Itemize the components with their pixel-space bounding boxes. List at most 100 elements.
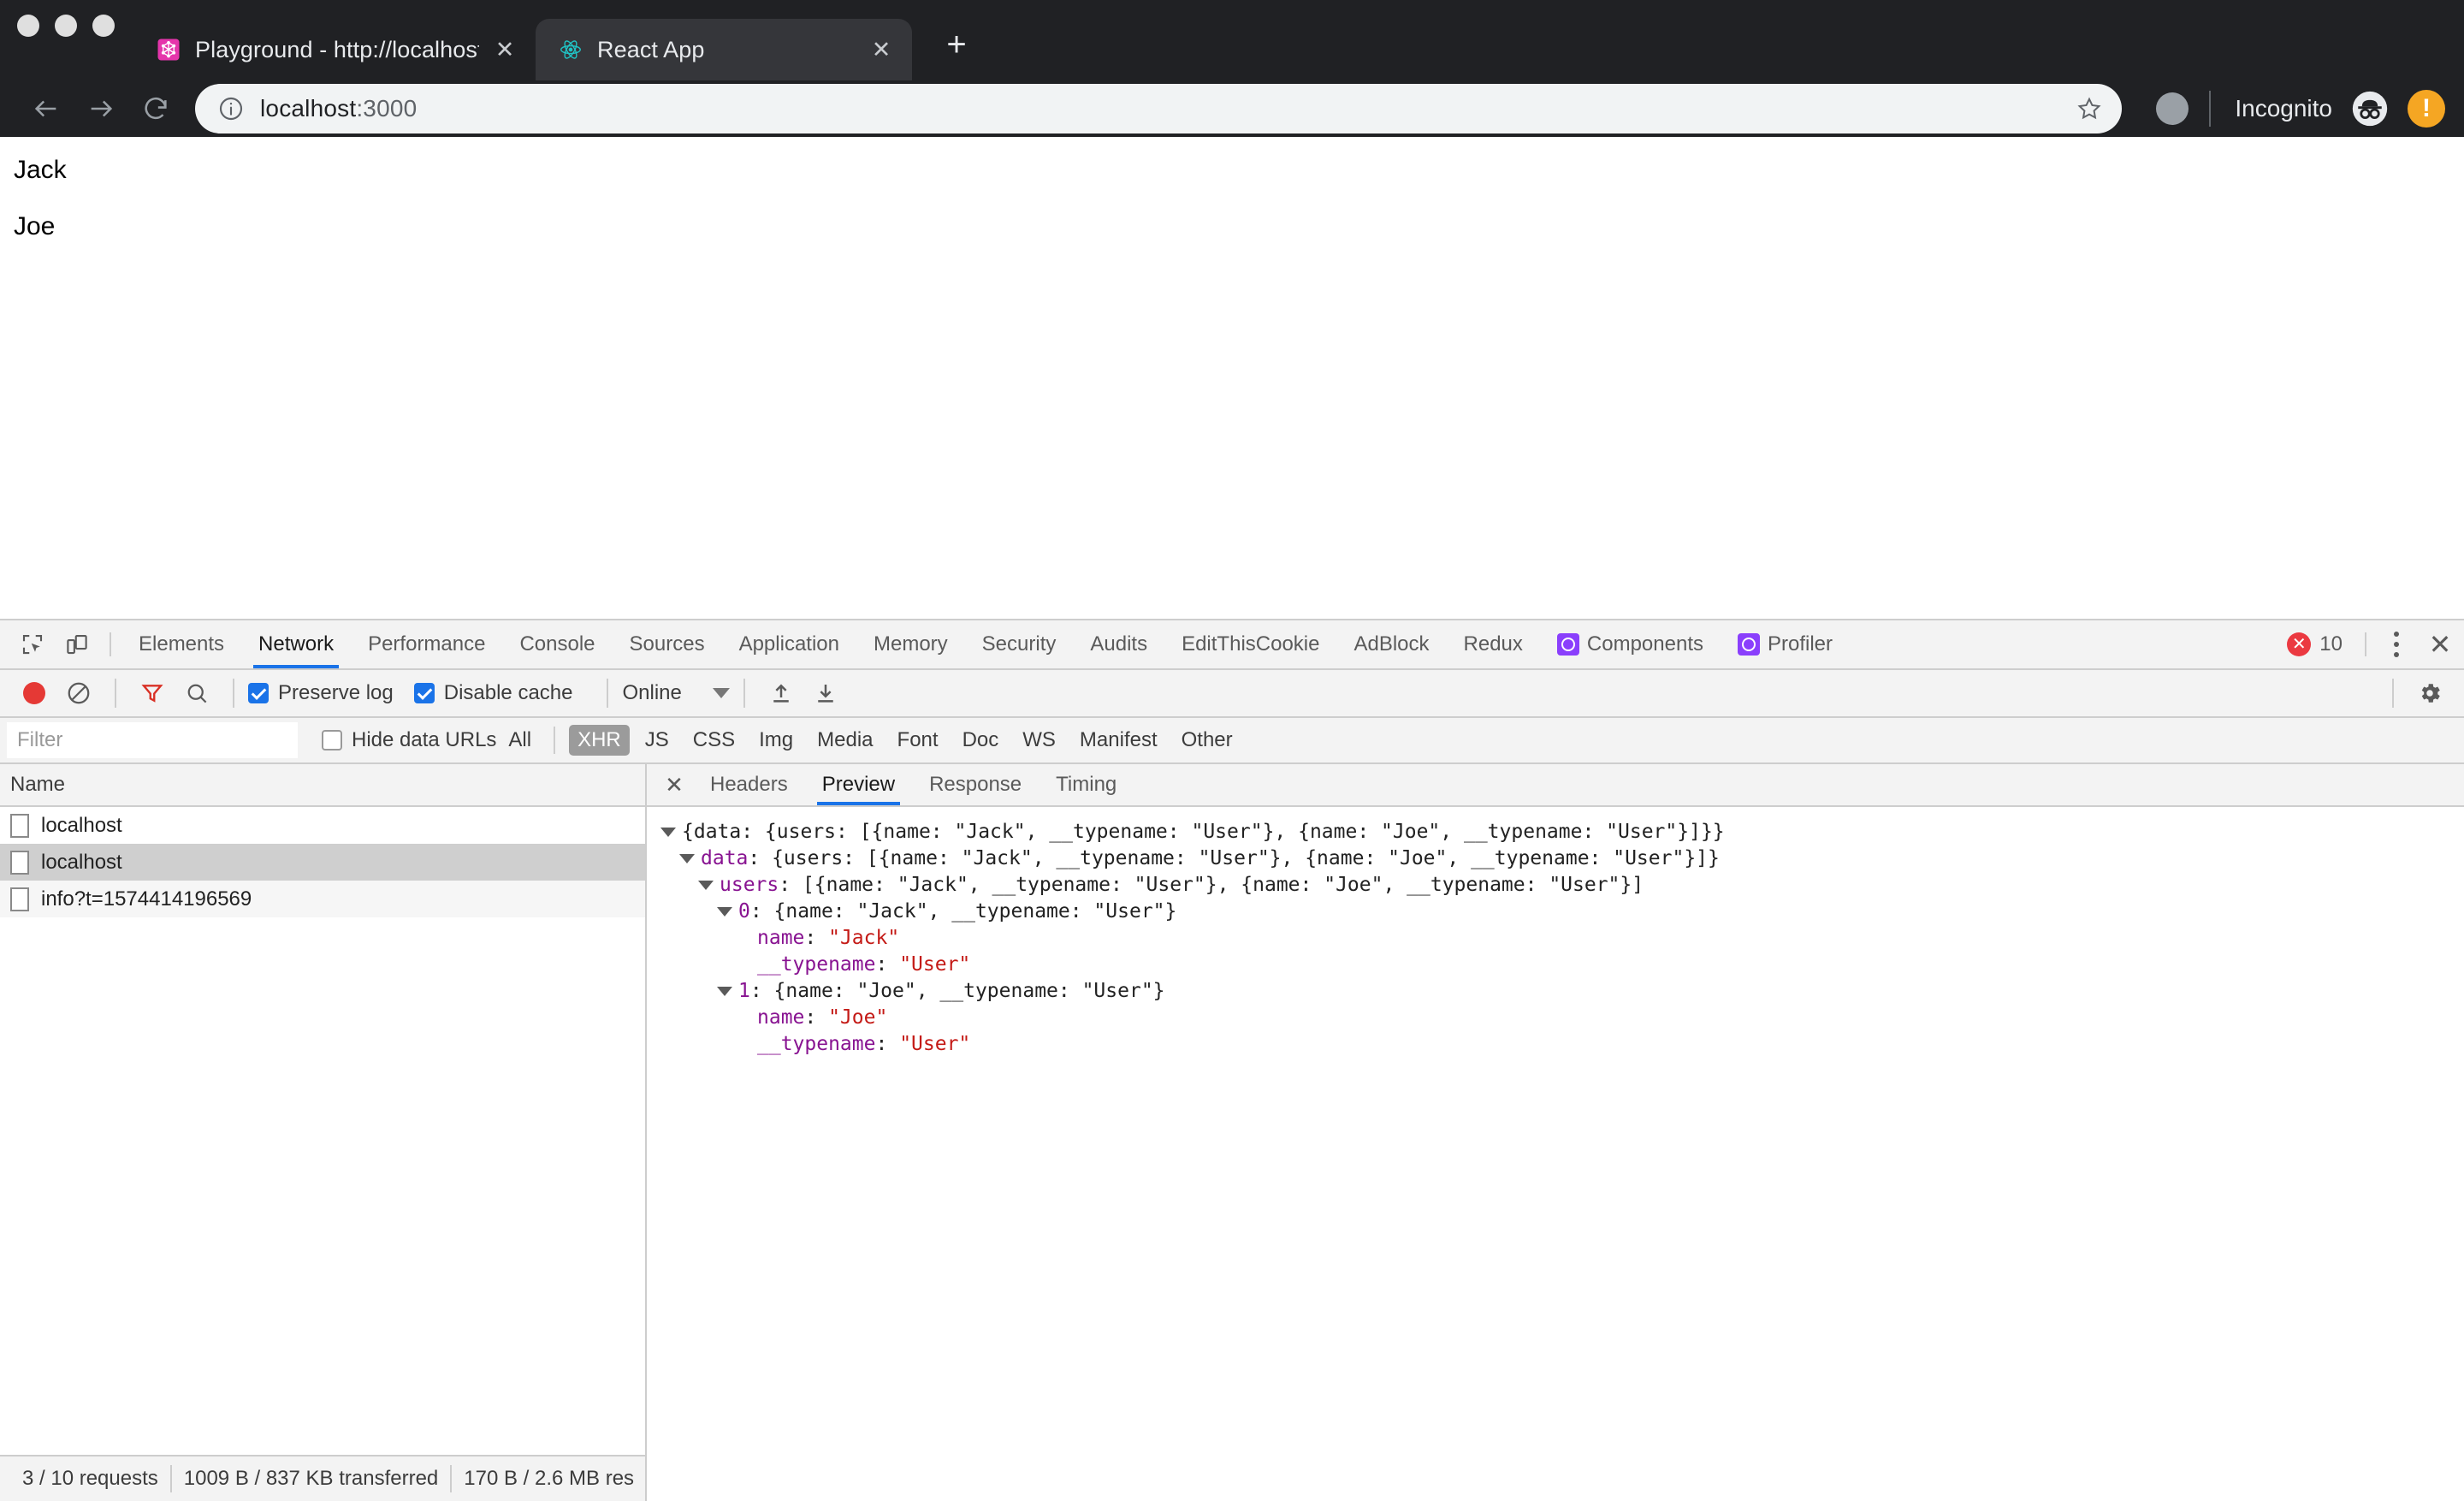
disable-cache-checkbox[interactable]: Disable cache — [414, 681, 573, 705]
devtools-tab-application[interactable]: Application — [722, 620, 856, 668]
json-tree-row[interactable]: 0: {name: "Jack", __typename: "User"} — [660, 899, 2464, 925]
record-circle-icon[interactable] — [12, 682, 56, 704]
json-tree-row[interactable]: users: [{name: "Jack", __typename: "User… — [660, 872, 2464, 899]
json-tree-row[interactable]: {data: {users: [{name: "Jack", __typenam… — [660, 819, 2464, 845]
devtools-tab-sources[interactable]: Sources — [613, 620, 722, 668]
bookmark-star-icon[interactable] — [2076, 95, 2103, 122]
minimize-window-button[interactable] — [55, 15, 77, 37]
json-tree-row[interactable]: data: {users: [{name: "Jack", __typename… — [660, 845, 2464, 872]
gear-icon[interactable] — [2408, 680, 2452, 706]
json-tree-text: {data: {users: [{name: "Jack", __typenam… — [682, 819, 1725, 845]
filter-input[interactable] — [7, 722, 298, 758]
devtools-tab-performance[interactable]: Performance — [351, 620, 502, 668]
detail-tab-preview[interactable]: Preview — [805, 764, 912, 805]
devtools-tab-redux[interactable]: Redux — [1447, 620, 1540, 668]
json-key: name — [757, 927, 804, 949]
json-tree-row[interactable]: __typename: "User" — [660, 952, 2464, 978]
json-tree-row[interactable]: name: "Jack" — [660, 925, 2464, 952]
export-arrow-down-icon[interactable] — [803, 680, 848, 706]
expand-triangle-icon[interactable] — [717, 987, 732, 996]
window-controls[interactable] — [17, 0, 133, 80]
filter-type-manifest[interactable]: Manifest — [1071, 725, 1166, 756]
tab-title: React App — [597, 37, 856, 63]
filter-funnel-icon[interactable] — [130, 680, 175, 706]
clear-no-entry-icon[interactable] — [56, 680, 101, 706]
address-bar[interactable]: localhost:3000 — [195, 84, 2122, 133]
detail-tab-timing[interactable]: Timing — [1039, 764, 1134, 805]
filter-type-ws[interactable]: WS — [1014, 725, 1064, 756]
filter-type-css[interactable]: CSS — [684, 725, 743, 756]
devtools-tab-memory[interactable]: Memory — [856, 620, 965, 668]
expand-triangle-icon[interactable] — [698, 881, 714, 890]
json-text: : — [875, 1033, 899, 1055]
column-header-name[interactable]: Name — [0, 764, 645, 807]
new-tab-button[interactable]: + — [938, 27, 975, 62]
devtools-tab-profiler[interactable]: Profiler — [1721, 620, 1850, 668]
network-panes: Name localhost localhost info?t=15744141… — [0, 764, 2464, 1501]
devtools-tab-adblock[interactable]: AdBlock — [1336, 620, 1446, 668]
json-text: }, {name: — [1263, 821, 1381, 843]
maximize-window-button[interactable] — [92, 15, 115, 37]
info-circle-icon[interactable] — [217, 95, 245, 122]
close-icon[interactable]: ✕ — [869, 39, 893, 62]
table-row[interactable]: info?t=1574414196569 — [0, 881, 645, 917]
json-text: , __typename: — [1440, 821, 1606, 843]
avatar[interactable] — [2156, 92, 2189, 125]
status-resources: 170 B / 2.6 MB res — [452, 1467, 645, 1491]
hide-data-urls-checkbox[interactable]: Hide data URLs — [322, 728, 496, 752]
devtools-tab-console[interactable]: Console — [502, 620, 612, 668]
reload-icon[interactable] — [128, 81, 183, 136]
close-window-button[interactable] — [17, 15, 39, 37]
preserve-log-checkbox[interactable]: Preserve log — [248, 681, 394, 705]
table-row[interactable]: localhost — [0, 807, 645, 844]
update-alert-icon[interactable]: ! — [2408, 90, 2445, 128]
incognito-label: Incognito — [2235, 95, 2332, 122]
expand-triangle-icon[interactable] — [717, 907, 732, 917]
filter-type-other[interactable]: Other — [1173, 725, 1241, 756]
filter-type-media[interactable]: Media — [808, 725, 881, 756]
devtools-close-icon[interactable]: ✕ — [2416, 620, 2464, 668]
devtools-tab-components[interactable]: Components — [1540, 620, 1721, 668]
devtools-tab-security[interactable]: Security — [965, 620, 1074, 668]
devtools-tab-elements[interactable]: Elements — [121, 620, 241, 668]
filter-type-xhr[interactable]: XHR — [569, 725, 630, 756]
request-name: localhost — [41, 814, 122, 838]
devtools-tab-audits[interactable]: Audits — [1073, 620, 1164, 668]
filter-type-img[interactable]: Img — [750, 725, 802, 756]
devtools-tab-network[interactable]: Network — [241, 620, 351, 668]
filter-type-js[interactable]: JS — [637, 725, 678, 756]
expand-triangle-icon[interactable] — [679, 854, 695, 863]
import-arrow-up-icon[interactable] — [759, 680, 803, 706]
browser-toolbar: localhost:3000 Incognito — [0, 80, 2464, 137]
filter-type-all[interactable]: All — [500, 725, 540, 756]
detail-tab-headers[interactable]: Headers — [693, 764, 805, 805]
divider — [743, 679, 745, 708]
close-icon[interactable]: ✕ — [493, 39, 517, 62]
browser-tab-react-app[interactable]: React App ✕ — [536, 19, 912, 80]
inspect-element-icon[interactable] — [10, 620, 55, 668]
tab-title: Playground - http://localhost:4 — [195, 37, 479, 63]
devtools-tab-editthiscookie[interactable]: EditThisCookie — [1164, 620, 1336, 668]
devtools-more-options-icon[interactable] — [2377, 620, 2416, 668]
browser-tab-playground[interactable]: Playground - http://localhost:4 ✕ — [133, 19, 536, 80]
back-arrow-icon[interactable] — [19, 81, 74, 136]
table-row[interactable]: localhost — [0, 844, 645, 881]
chevron-down-icon[interactable] — [713, 688, 730, 698]
device-toolbar-icon[interactable] — [55, 620, 99, 668]
throttling-select-value[interactable]: Online — [622, 681, 681, 705]
filter-type-font[interactable]: Font — [889, 725, 947, 756]
error-count-badge[interactable]: ✕ 10 — [2287, 620, 2354, 668]
json-text: "User" — [1191, 821, 1262, 843]
detail-tab-response[interactable]: Response — [912, 764, 1039, 805]
forward-arrow-icon[interactable] — [74, 81, 128, 136]
json-tree-text: users: [{name: "Jack", __typename: "User… — [720, 872, 1644, 899]
search-magnifier-icon[interactable] — [175, 680, 219, 706]
devtools-panel: Elements Network Performance Console Sou… — [0, 619, 2464, 1501]
expand-triangle-icon[interactable] — [660, 828, 676, 837]
json-key: __typename — [757, 953, 875, 976]
json-tree-row[interactable]: 1: {name: "Joe", __typename: "User"} — [660, 978, 2464, 1005]
json-tree-row[interactable]: __typename: "User" — [660, 1031, 2464, 1058]
json-tree-row[interactable]: name: "Joe" — [660, 1005, 2464, 1031]
filter-type-doc[interactable]: Doc — [954, 725, 1008, 756]
close-detail-icon[interactable]: ✕ — [655, 764, 693, 805]
